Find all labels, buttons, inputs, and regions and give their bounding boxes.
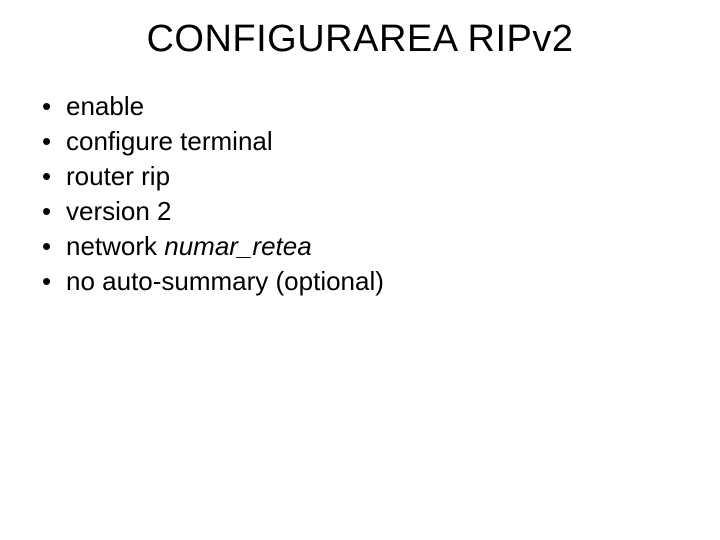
bullet-text: configure terminal xyxy=(66,124,690,159)
bullet-icon: • xyxy=(38,264,66,299)
bullet-icon: • xyxy=(38,229,66,264)
bullet-text: version 2 xyxy=(66,194,690,229)
slide: CONFIGURAREA RIPv2 • enable • configure … xyxy=(0,0,720,540)
bullet-icon: • xyxy=(38,194,66,229)
bullet-icon: • xyxy=(38,124,66,159)
list-item: • version 2 xyxy=(38,194,690,229)
list-item: • no auto-summary (optional) xyxy=(38,264,690,299)
bullet-icon: • xyxy=(38,159,66,194)
list-item: • configure terminal xyxy=(38,124,690,159)
bullet-list: • enable • configure terminal • router r… xyxy=(30,89,690,300)
page-title: CONFIGURAREA RIPv2 xyxy=(30,18,690,61)
bullet-text: no auto-summary (optional) xyxy=(66,264,690,299)
list-item: • network numar_retea xyxy=(38,229,690,264)
bullet-text: network numar_retea xyxy=(66,229,690,264)
bullet-text: enable xyxy=(66,89,690,124)
list-item: • enable xyxy=(38,89,690,124)
bullet-icon: • xyxy=(38,89,66,124)
bullet-text: router rip xyxy=(66,159,690,194)
list-item: • router rip xyxy=(38,159,690,194)
